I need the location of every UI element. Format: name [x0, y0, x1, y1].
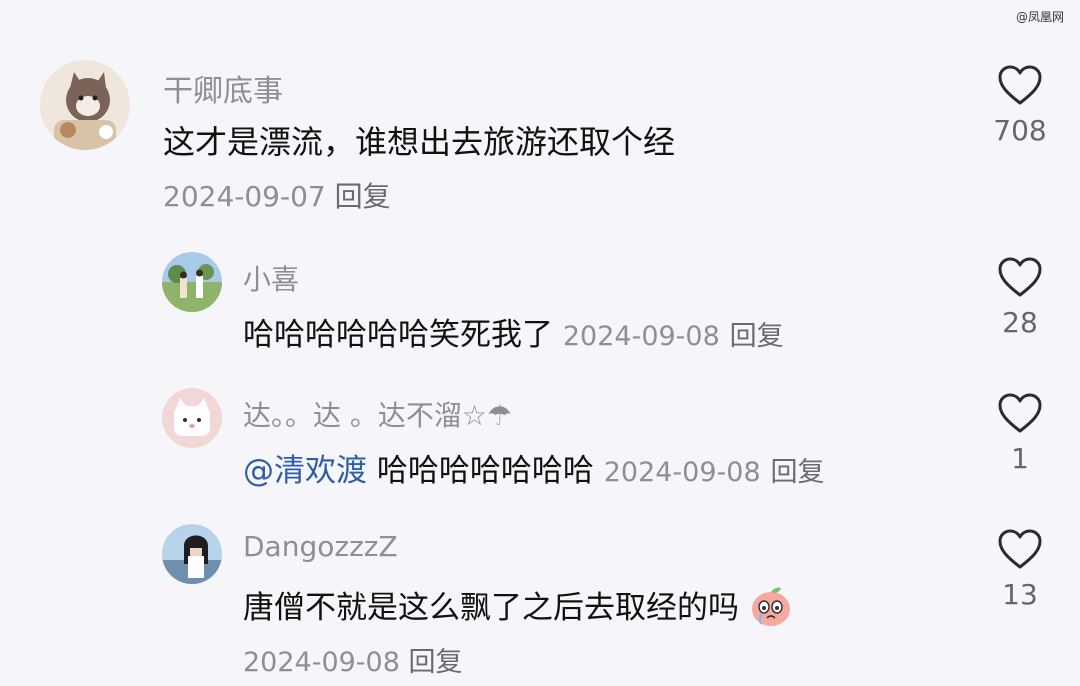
like-count: 13	[1002, 578, 1038, 611]
comment-username[interactable]: 干卿底事	[163, 66, 283, 110]
person-photo-avatar-icon[interactable]	[162, 524, 222, 584]
comment-page: @凤凰网 干卿底事 这才是漂流，谁想出去旅游还取个经 2024-09-07 回复	[0, 0, 1080, 686]
pink-cat-avatar-icon[interactable]	[162, 388, 222, 448]
reply-text: 哈哈哈哈哈哈笑死我了	[243, 317, 553, 353]
like-button[interactable]: 708	[980, 64, 1060, 147]
comment-text: 这才是漂流，谁想出去旅游还取个经	[163, 123, 676, 161]
like-count: 708	[993, 114, 1047, 147]
reply-meta: 2024-09-08 回复	[243, 640, 463, 679]
like-button[interactable]: 28	[980, 256, 1060, 339]
reply-text-line: @清欢渡 哈哈哈哈哈哈哈 2024-09-08 回复	[243, 445, 825, 490]
reply-username[interactable]: 达。。达 。达不溜☆☂	[243, 394, 512, 434]
like-button[interactable]: 1	[980, 392, 1060, 475]
reply-text: 唐僧不就是这么飘了之后去取经的吗	[243, 590, 739, 626]
reply-text-line: 哈哈哈哈哈哈笑死我了 2024-09-08 回复	[243, 309, 784, 354]
heart-icon	[998, 65, 1042, 105]
comment-meta: 2024-09-07 回复	[163, 175, 391, 215]
reply-button[interactable]: 回复	[335, 180, 391, 213]
reply-username[interactable]: 小喜	[243, 258, 299, 298]
like-count: 28	[1002, 306, 1038, 339]
reply-username[interactable]: DangozzzZ	[243, 530, 398, 563]
outdoor-photo-avatar-icon[interactable]	[162, 252, 222, 312]
watermark: @凤凰网	[1015, 10, 1064, 24]
mention-link[interactable]: @清欢渡	[243, 453, 367, 489]
like-button[interactable]: 13	[980, 528, 1060, 611]
heart-icon	[998, 529, 1042, 569]
reply-button[interactable]: 回复	[730, 321, 784, 352]
reply-button[interactable]: 回复	[409, 647, 463, 678]
reply-text: 哈哈哈哈哈哈哈	[376, 453, 594, 489]
like-count: 1	[1011, 442, 1029, 475]
reply-date: 2024-09-08	[603, 457, 761, 488]
reply-button[interactable]: 回复	[771, 457, 825, 488]
cat-avatar-icon[interactable]	[40, 60, 130, 150]
reply-date: 2024-09-08	[562, 321, 720, 352]
peach-crying-emoji-icon	[749, 584, 793, 636]
reply-date: 2024-09-08	[243, 647, 400, 678]
heart-icon	[998, 257, 1042, 297]
heart-icon	[998, 393, 1042, 433]
reply-text-line: 唐僧不就是这么飘了之后去取经的吗	[243, 582, 793, 636]
comment-date: 2024-09-07	[163, 180, 326, 213]
